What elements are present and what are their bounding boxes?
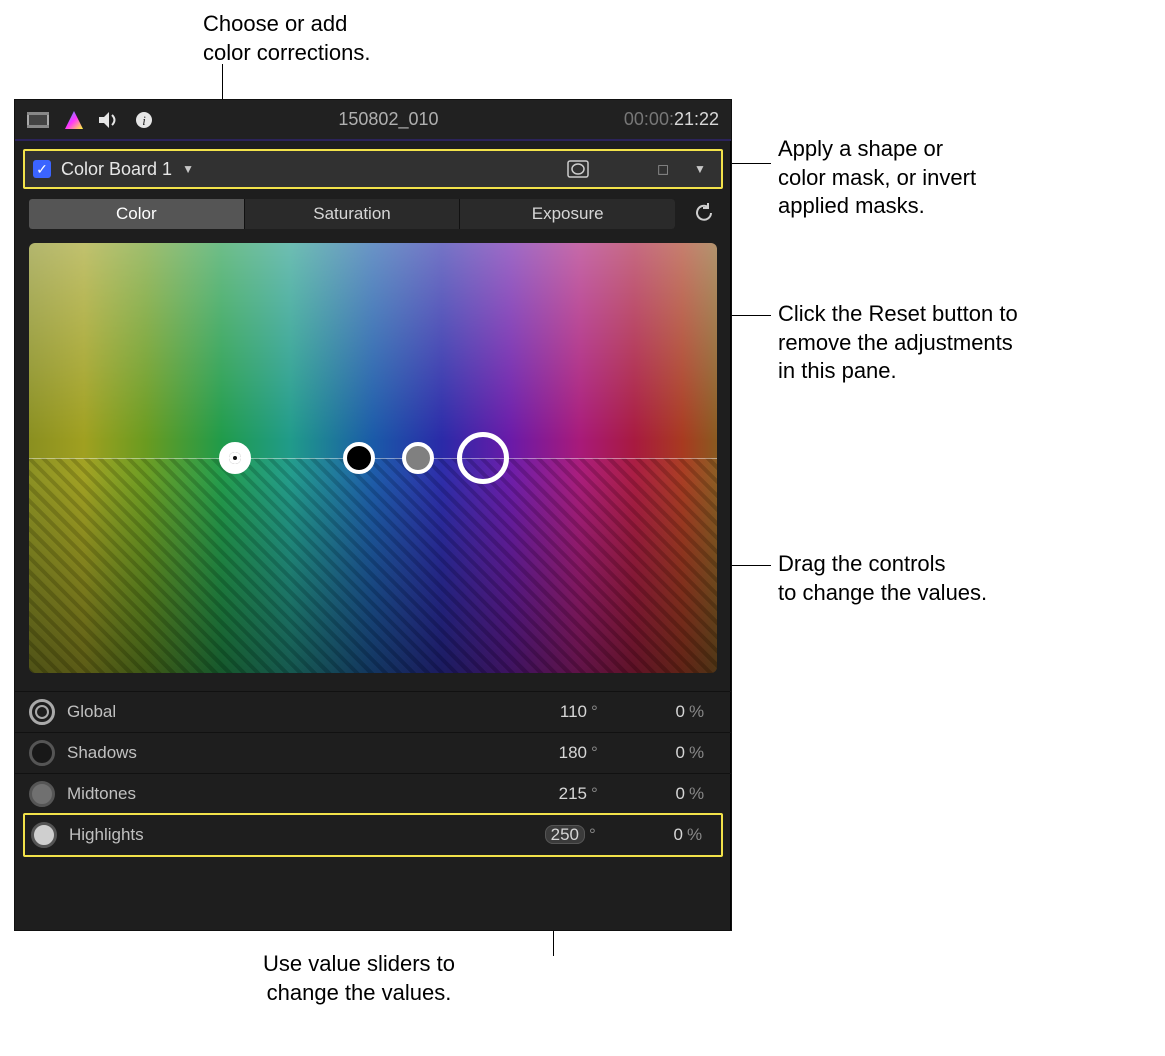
degree-unit: ° — [587, 702, 615, 722]
degree-unit: ° — [585, 825, 613, 845]
callout-reset: Click the Reset button toremove the adju… — [778, 300, 1018, 386]
callout-top: Choose or addcolor corrections. — [203, 10, 371, 67]
hue-value[interactable]: 215 — [517, 784, 587, 804]
color-board[interactable] — [29, 243, 717, 673]
shadows-icon — [29, 740, 55, 766]
reset-button[interactable] — [693, 202, 717, 226]
pct-value[interactable]: 0 — [615, 743, 685, 763]
color-board-container — [29, 243, 717, 673]
midtones-icon — [29, 781, 55, 807]
puck-highlights[interactable] — [457, 432, 509, 484]
svg-text:i: i — [142, 113, 146, 128]
hue-value[interactable]: 180 — [517, 743, 587, 763]
callout-drag: Drag the controlsto change the values. — [778, 550, 987, 607]
row-label: Highlights — [69, 825, 515, 845]
chevron-down-icon[interactable]: ▼ — [182, 162, 194, 176]
row-label: Global — [67, 702, 517, 722]
percent-unit: % — [685, 784, 713, 804]
keyframe-button[interactable]: ◇ — [646, 151, 683, 188]
row-global: Global 110° 0% — [15, 691, 731, 732]
effect-name-dropdown[interactable]: Color Board 1 — [61, 159, 172, 180]
timecode: 00:00:21:22 — [624, 109, 719, 130]
effect-header-row: ✓ Color Board 1 ▼ ◇ ▼ — [23, 149, 723, 189]
row-highlights: Highlights 250° 0% — [23, 813, 723, 857]
row-midtones: Midtones 215° 0% — [15, 773, 731, 814]
percent-unit: % — [683, 825, 711, 845]
global-icon — [29, 699, 55, 725]
pct-value[interactable]: 0 — [613, 825, 683, 845]
color-inspector-panel: i 150802_010 00:00:21:22 ✓ Color Board 1… — [14, 99, 732, 931]
panel-top-bar: i 150802_010 00:00:21:22 — [15, 100, 731, 141]
degree-unit: ° — [587, 784, 615, 804]
clip-name: 150802_010 — [153, 109, 624, 130]
degree-unit: ° — [587, 743, 615, 763]
effect-enable-checkbox[interactable]: ✓ — [33, 160, 51, 178]
callout-sliders: Use value sliders tochange the values. — [263, 950, 455, 1007]
puck-midtones[interactable] — [402, 442, 434, 474]
row-label: Midtones — [67, 784, 517, 804]
callout-mask: Apply a shape orcolor mask, or invertapp… — [778, 135, 976, 221]
tab-color[interactable]: Color — [29, 199, 245, 229]
pane-segmented-control: Color Saturation Exposure — [29, 199, 675, 229]
video-icon[interactable] — [27, 112, 49, 128]
percent-unit: % — [685, 702, 713, 722]
percent-unit: % — [685, 743, 713, 763]
audio-icon[interactable] — [99, 112, 119, 128]
hue-value-selected[interactable]: 250 — [515, 825, 585, 845]
info-icon[interactable]: i — [135, 111, 153, 129]
highlights-icon — [31, 822, 57, 848]
puck-shadows[interactable] — [343, 442, 375, 474]
row-label: Shadows — [67, 743, 517, 763]
hue-value[interactable]: 110 — [517, 702, 587, 722]
pct-value[interactable]: 0 — [615, 784, 685, 804]
tab-exposure[interactable]: Exposure — [460, 199, 675, 229]
pct-value[interactable]: 0 — [615, 702, 685, 722]
lower-half-hatch — [29, 458, 717, 673]
pane-selector-row: Color Saturation Exposure — [29, 199, 717, 229]
mask-button[interactable] — [565, 156, 591, 182]
value-sliders-list: Global 110° 0% Shadows 180° 0% Midtones … — [15, 691, 731, 857]
color-icon[interactable] — [65, 111, 83, 129]
row-shadows: Shadows 180° 0% — [15, 732, 731, 773]
tab-saturation[interactable]: Saturation — [245, 199, 461, 229]
keyframe-menu-chevron-icon[interactable]: ▼ — [687, 156, 713, 182]
